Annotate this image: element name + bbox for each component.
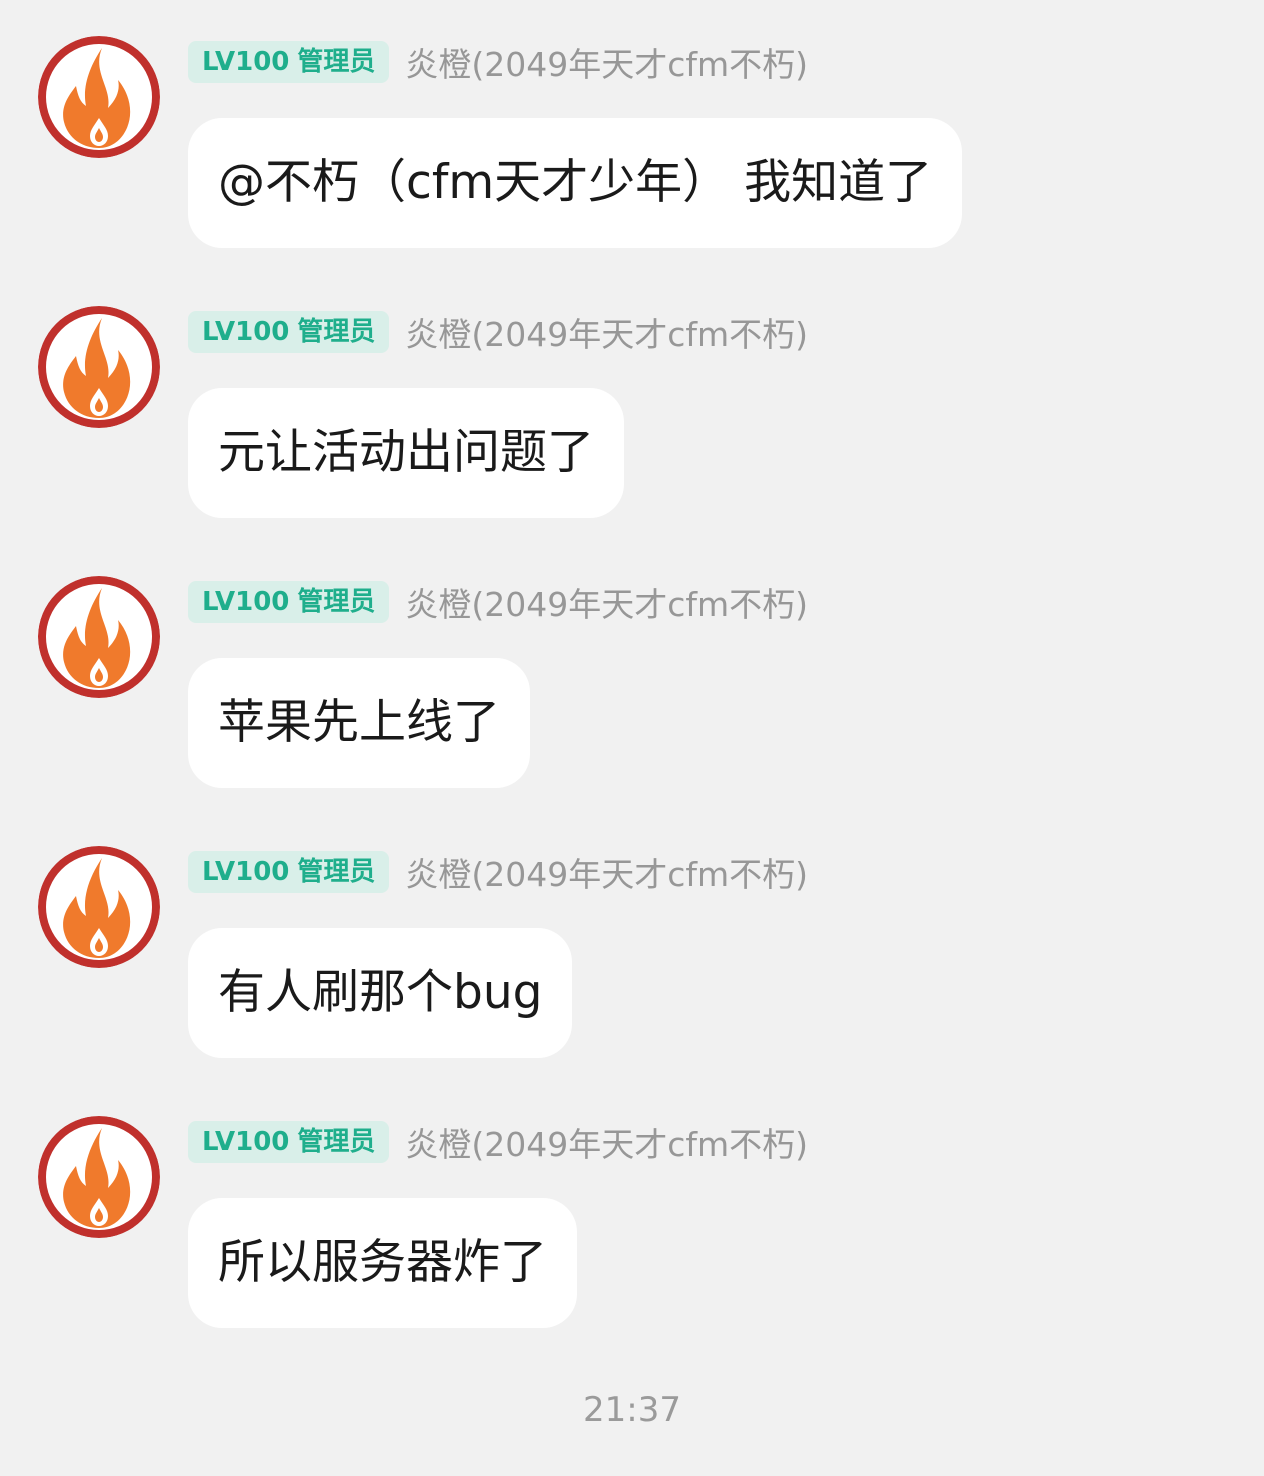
sender-name[interactable]: 炎橙(2049年天才cfm不朽) [405, 308, 808, 356]
message-row: LV100 管理员 炎橙(2049年天才cfm不朽) 所以服务器炸了 [0, 1080, 1264, 1350]
chat-view: LV100 管理员 炎橙(2049年天才cfm不朽) @不朽（cfm天才少年） 我… [0, 0, 1264, 1476]
sender-name[interactable]: 炎橙(2049年天才cfm不朽) [405, 38, 808, 86]
message-bubble[interactable]: 苹果先上线了 [188, 658, 530, 788]
level-badge: LV100 管理员 [188, 311, 390, 353]
role-label: 管理员 [297, 857, 376, 887]
flame-avatar-icon[interactable] [38, 36, 160, 158]
level-label: LV100 [202, 587, 290, 617]
level-label: LV100 [202, 857, 290, 887]
message-row: LV100 管理员 炎橙(2049年天才cfm不朽) @不朽（cfm天才少年） 我… [0, 0, 1264, 270]
message-row: LV100 管理员 炎橙(2049年天才cfm不朽) 有人刷那个bug [0, 810, 1264, 1080]
level-label: LV100 [202, 317, 290, 347]
message-row: LV100 管理员 炎橙(2049年天才cfm不朽) 元让活动出问题了 [0, 270, 1264, 540]
level-badge: LV100 管理员 [188, 851, 390, 893]
role-label: 管理员 [297, 1127, 376, 1157]
message-bubble[interactable]: @不朽（cfm天才少年） 我知道了 [188, 118, 963, 248]
message-header: LV100 管理员 炎橙(2049年天才cfm不朽) [188, 1120, 808, 1164]
level-badge: LV100 管理员 [188, 1121, 390, 1163]
role-label: 管理员 [297, 317, 376, 347]
flame-avatar-icon[interactable] [38, 576, 160, 698]
sender-name[interactable]: 炎橙(2049年天才cfm不朽) [405, 1118, 808, 1166]
flame-avatar-icon[interactable] [38, 306, 160, 428]
flame-avatar-icon[interactable] [38, 846, 160, 968]
flame-avatar-icon[interactable] [38, 1116, 160, 1238]
role-label: 管理员 [297, 47, 376, 77]
message-header: LV100 管理员 炎橙(2049年天才cfm不朽) [188, 850, 808, 894]
message-bubble[interactable]: 有人刷那个bug [188, 928, 573, 1058]
message-bubble[interactable]: 元让活动出问题了 [188, 388, 624, 518]
message-header: LV100 管理员 炎橙(2049年天才cfm不朽) [188, 310, 808, 354]
level-badge: LV100 管理员 [188, 581, 390, 623]
timestamp: 21:37 [583, 1390, 681, 1430]
sender-name[interactable]: 炎橙(2049年天才cfm不朽) [405, 578, 808, 626]
sender-name[interactable]: 炎橙(2049年天才cfm不朽) [405, 848, 808, 896]
message-header: LV100 管理员 炎橙(2049年天才cfm不朽) [188, 580, 808, 624]
message-header: LV100 管理员 炎橙(2049年天才cfm不朽) [188, 40, 808, 84]
level-badge: LV100 管理员 [188, 41, 390, 83]
role-label: 管理员 [297, 587, 376, 617]
message-row: LV100 管理员 炎橙(2049年天才cfm不朽) 苹果先上线了 [0, 540, 1264, 810]
message-bubble[interactable]: 所以服务器炸了 [188, 1198, 577, 1328]
level-label: LV100 [202, 1127, 290, 1157]
level-label: LV100 [202, 47, 290, 77]
